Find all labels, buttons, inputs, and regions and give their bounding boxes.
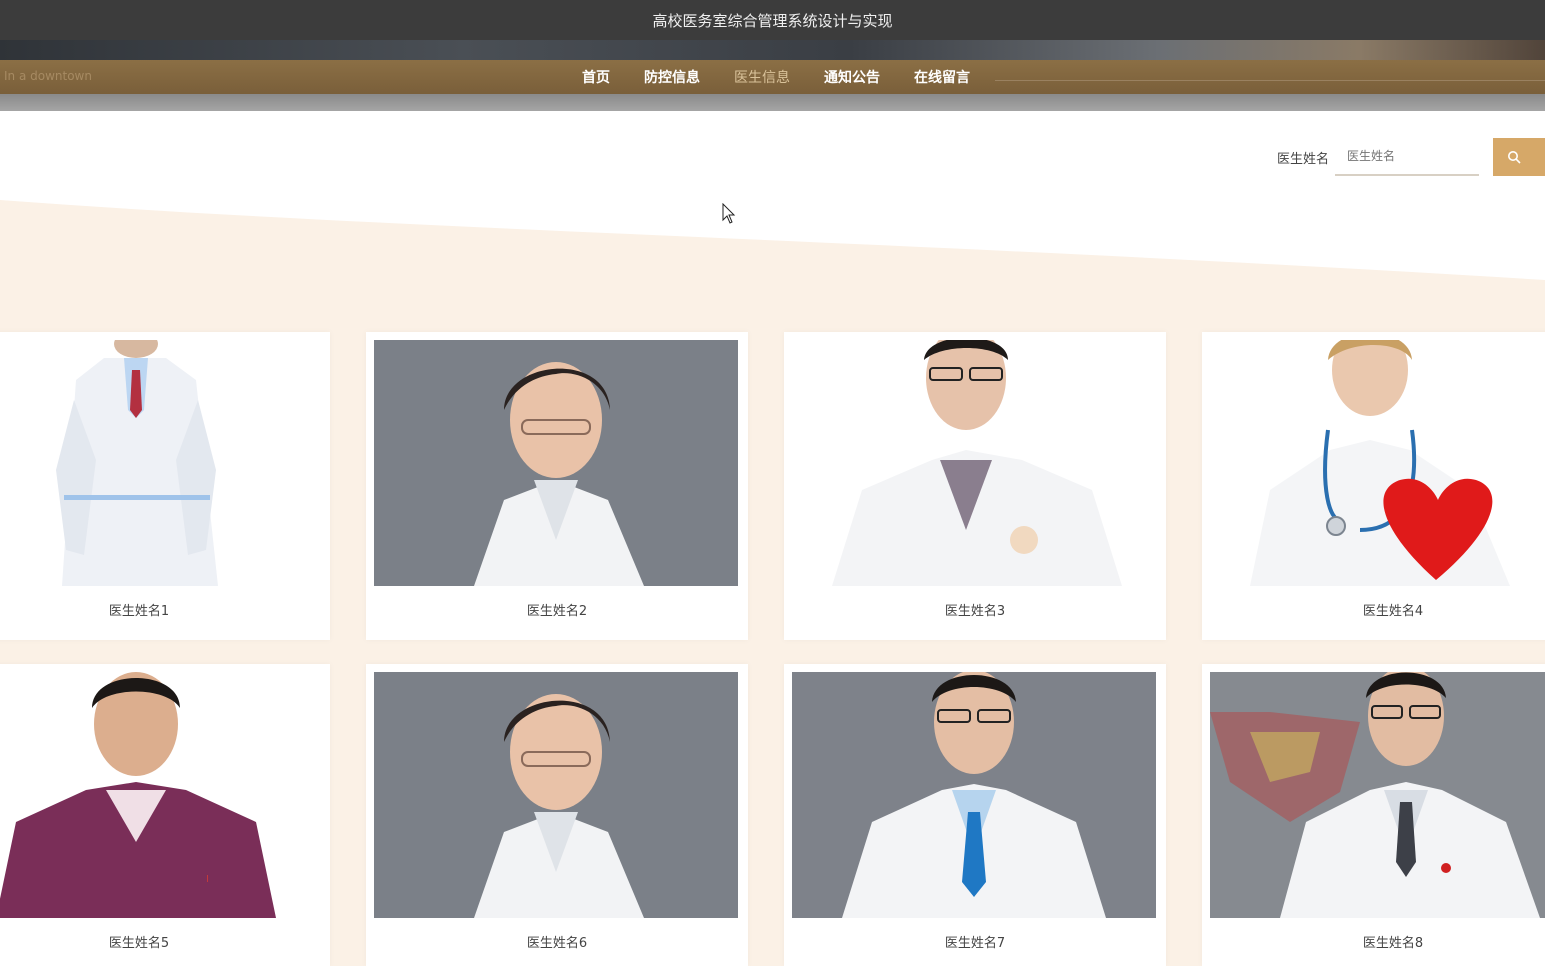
doctor-photo (1210, 672, 1545, 918)
doctor-name: 医生姓名2 (526, 604, 588, 619)
doctor-card[interactable]: 医生姓名6 (366, 664, 748, 966)
doctor-card[interactable]: 医生姓名1 (0, 332, 330, 640)
doctor-card[interactable]: 医生姓名4 (1202, 332, 1545, 640)
search-button[interactable] (1493, 138, 1545, 176)
search-label: 医生姓名 (1276, 151, 1329, 167)
doctor-card[interactable]: 医生姓名8 (1202, 664, 1545, 966)
mouse-cursor-icon (722, 202, 736, 229)
doctor-photo (374, 340, 738, 586)
doctor-card[interactable]: Ⅰ 医生姓名5 (0, 664, 330, 966)
doctor-name: 医生姓名6 (526, 936, 588, 951)
doctor-photo (374, 672, 738, 918)
doctor-name: 医生姓名4 (1362, 604, 1424, 619)
doctor-photo (1210, 340, 1545, 586)
doctor-name: 医生姓名8 (1362, 936, 1424, 951)
search-input[interactable] (1335, 138, 1479, 176)
doctor-photo (792, 340, 1156, 586)
doctor-card[interactable]: 医生姓名7 (784, 664, 1166, 966)
doctor-name: 医生姓名1 (108, 604, 170, 619)
search-bar: 医生姓名 (1277, 138, 1545, 176)
doctor-photo (0, 340, 320, 586)
svg-text:Ⅰ: Ⅰ (206, 874, 209, 885)
doctor-card[interactable]: 医生姓名3 (784, 332, 1166, 640)
doctor-name: 医生姓名5 (108, 936, 170, 951)
doctor-name: 医生姓名3 (944, 604, 1006, 619)
doctor-name: 医生姓名7 (944, 936, 1006, 951)
doctor-photo (792, 672, 1156, 918)
search-icon (1508, 151, 1521, 164)
doctor-card[interactable]: 医生姓名2 (366, 332, 748, 640)
doctor-photo: Ⅰ (0, 672, 320, 918)
